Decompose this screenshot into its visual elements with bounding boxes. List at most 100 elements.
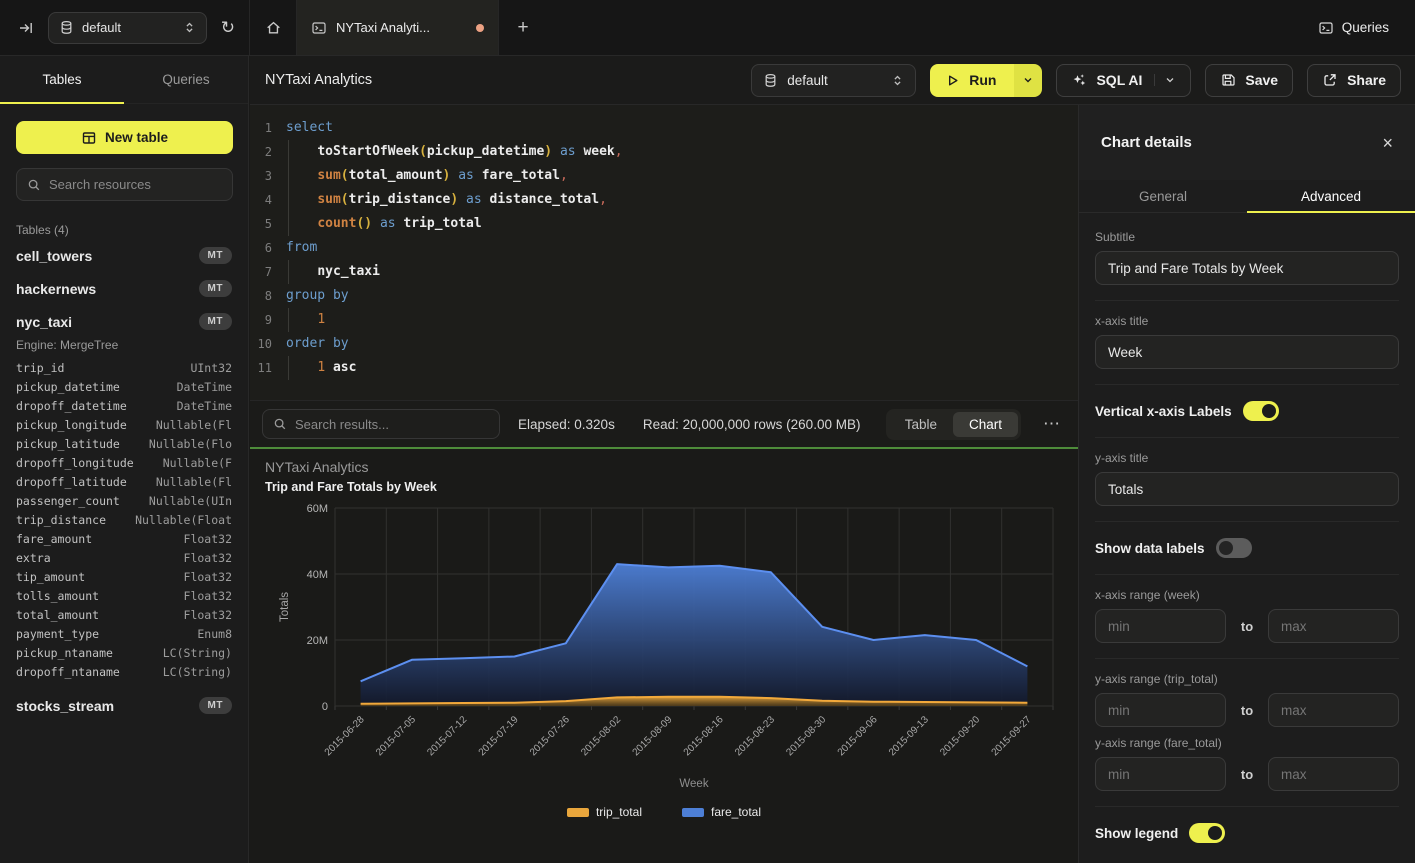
code-line: 3 sum(total_amount) as fare_total, [250,164,1078,188]
code-line: 9 1 [250,308,1078,332]
page-title: NYTaxi Analytics [265,72,372,88]
show-data-labels-toggle[interactable] [1216,538,1252,558]
search-resources-input[interactable] [49,177,222,192]
sidebar-tab-tables[interactable]: Tables [0,56,124,103]
document-header: NYTaxi Analytics default Run [250,56,1415,105]
code-line: 11 1 asc [250,356,1078,380]
refresh-icon[interactable]: ↻ [221,18,235,38]
y-range-fare-max-input[interactable] [1268,757,1399,791]
panel-tab-general[interactable]: General [1079,180,1247,212]
legend-item-fare_total[interactable]: fare_total [682,805,761,819]
panel-tab-advanced[interactable]: Advanced [1247,180,1415,212]
elapsed-stat: Elapsed: 0.320s [518,417,615,432]
save-button[interactable]: Save [1205,64,1293,97]
new-tab-button[interactable]: + [499,0,547,55]
line-number: 4 [250,188,286,212]
sql-ai-label: SQL AI [1096,72,1142,88]
sidebar-tab-queries[interactable]: Queries [124,56,248,103]
view-tab-table[interactable]: Table [889,412,953,437]
search-icon [27,178,41,192]
line-number: 7 [250,260,286,284]
show-legend-label: Show legend [1095,826,1178,841]
run-button[interactable]: Run [930,64,1014,97]
chevron-updown-icon [891,74,904,87]
tables-list: cell_towersMThackernewsMTnyc_taxiMTEngin… [0,239,248,722]
run-label: Run [969,72,996,88]
share-button[interactable]: Share [1307,64,1401,97]
results-search [262,409,500,439]
collapse-sidebar-icon[interactable] [18,20,34,36]
queries-button[interactable]: Queries [1318,20,1389,36]
show-legend-toggle[interactable] [1189,823,1225,843]
svg-text:20M: 20M [307,635,328,647]
view-tab-chart[interactable]: Chart [953,412,1018,437]
y-range-trip-min-input[interactable] [1095,693,1226,727]
new-table-button[interactable]: New table [16,121,233,154]
chart-region: 020M40M60MTotals2015-06-282015-07-052015… [250,449,1078,863]
column-type: Float32 [184,532,232,546]
x-range-max-input[interactable] [1268,609,1399,643]
y-range-fare-row: to [1095,757,1399,791]
column-name: pickup_datetime [16,380,120,394]
plus-icon: + [517,17,528,39]
run-options-button[interactable] [1014,64,1042,97]
x-range-min-input[interactable] [1095,609,1226,643]
play-icon [945,73,960,88]
svg-text:2015-07-19: 2015-07-19 [477,714,521,758]
svg-text:Week: Week [679,778,708,790]
table-row[interactable]: cell_towersMT [0,239,248,272]
y-range-trip-block: y-axis range (trip_total) to [1095,672,1399,727]
column-name: extra [16,551,51,565]
code-line: 10order by [250,332,1078,356]
table-name: cell_towers [16,248,92,264]
column-row: pickup_ntanameLC(String) [0,643,248,662]
sidebar: TablesQueries New table Tables (4) cell_… [0,56,249,863]
column-name: total_amount [16,608,99,622]
sql-ai-button[interactable]: SQL AI [1056,64,1191,97]
column-type: UInt32 [190,361,232,375]
svg-text:2015-09-20: 2015-09-20 [938,714,982,758]
column-row: pickup_datetimeDateTime [0,377,248,396]
save-icon [1220,72,1236,88]
legend-label: fare_total [711,805,761,819]
x-axis-title-input[interactable] [1095,335,1399,369]
column-name: dropoff_ntaname [16,665,120,679]
legend-item-trip_total[interactable]: trip_total [567,805,642,819]
sql-ai-options-button[interactable] [1154,74,1176,86]
column-type: Nullable(UIn [149,494,232,508]
column-row: dropoff_datetimeDateTime [0,396,248,415]
svg-text:2015-06-28: 2015-06-28 [323,714,367,758]
table-row[interactable]: hackernewsMT [0,272,248,305]
y-axis-ranges-group: y-axis range (trip_total) to y-axis rang… [1095,659,1399,807]
subtitle-input[interactable] [1095,251,1399,285]
vertical-x-labels-toggle[interactable] [1243,401,1279,421]
tab-nytaxi-analytics[interactable]: NYTaxi Analyti... [297,0,499,55]
y-range-fare-min-input[interactable] [1095,757,1226,791]
svg-text:2015-09-13: 2015-09-13 [887,714,931,758]
column-row: dropoff_latitudeNullable(Fl [0,472,248,491]
search-results-input[interactable] [295,417,489,432]
column-name: payment_type [16,627,99,641]
chart-details-panel: Chart details × GeneralAdvanced Subtitle… [1078,105,1415,863]
database-selector[interactable]: default [48,12,207,44]
table-row[interactable]: stocks_streamMT [0,689,248,722]
top-bar: default ↻ NYTaxi Analyti... + [0,0,1415,56]
y-axis-title-input[interactable] [1095,472,1399,506]
tab-strip: NYTaxi Analyti... + [250,0,547,55]
line-number: 9 [250,308,286,332]
table-row[interactable]: nyc_taxiMT [0,305,248,338]
x-axis-range-row: to [1095,609,1399,643]
svg-text:40M: 40M [307,569,328,581]
tab-title: NYTaxi Analyti... [336,20,430,35]
code-line: 8group by [250,284,1078,308]
home-button[interactable] [250,0,297,55]
range-to-label: to [1236,703,1258,718]
more-options-icon[interactable]: ⋯ [1039,414,1064,434]
chart-canvas[interactable]: 020M40M60MTotals2015-06-282015-07-052015… [250,449,1078,863]
close-icon[interactable]: × [1382,134,1393,152]
subtitle-group: Subtitle [1095,217,1399,301]
sql-editor[interactable]: 1select2 toStartOfWeek(pickup_datetime) … [250,105,1078,400]
column-row: tolls_amountFloat32 [0,586,248,605]
y-range-trip-max-input[interactable] [1268,693,1399,727]
toolbar-database-selector[interactable]: default [751,64,916,97]
